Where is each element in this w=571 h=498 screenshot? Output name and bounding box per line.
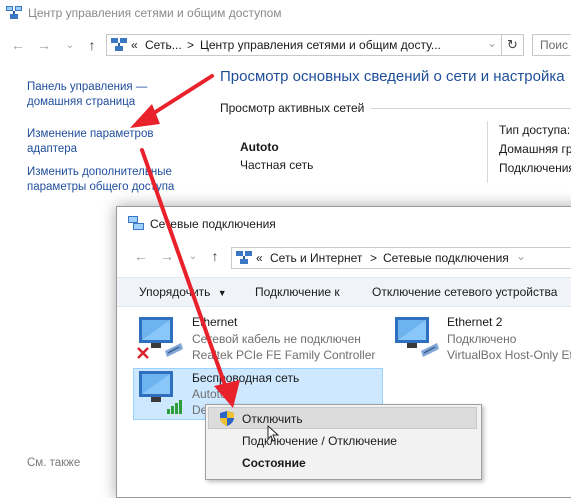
adapter-name: Беспроводная сеть [192,371,300,385]
dropdown-arrow-icon: ▼ [217,288,227,298]
up-button[interactable]: ↑ [82,30,102,60]
adapter-device: VirtualBox Host-Only Et [447,348,571,362]
see-also-heading: См. также [27,457,81,469]
network-name: Autoto [240,140,279,154]
menu-item-disable[interactable]: Отключить [242,412,303,426]
error-x-icon [137,347,149,359]
address-bar[interactable]: « Сеть и Интернет > Сетевые подключения … [231,247,571,269]
uac-shield-icon [220,411,234,426]
wireless-adapter-icon [139,371,182,414]
breadcrumb-network-connections[interactable]: Сетевые подключения [383,251,509,265]
adapter-status: Сетевой кабель не подключен [192,332,361,346]
forward-button[interactable]: → [34,30,54,60]
breadcrumb-separator[interactable]: > [370,251,377,265]
command-bar: Упорядочить ▼ Подключение к Отключение с… [117,277,571,307]
sidebar-link-control-panel-home[interactable]: Панель управления — домашняя страница [27,80,147,110]
page-title: Просмотр основных сведений о сети и наст… [220,68,565,85]
section-divider [370,108,571,109]
organize-button[interactable]: Упорядочить ▼ [139,285,227,299]
sidebar-link-advanced-sharing[interactable]: Изменить дополнительные параметры общего… [27,165,174,195]
search-input[interactable]: Поис [532,34,571,56]
context-menu: Отключить Подключение / Отключение Состо… [205,404,482,480]
window-title: Центр управления сетями и общим доступом [28,6,282,20]
title-bar: Центр управления сетями и общим доступом [0,0,571,28]
disable-device-button[interactable]: Отключение сетевого устройства [372,285,557,299]
adapter-status: Autoto [192,387,227,401]
address-bar[interactable]: « Сеть... > Центр управления сетями и об… [106,34,502,56]
up-button[interactable]: ↑ [205,241,225,271]
breadcrumb-overflow[interactable]: « [256,251,263,265]
connections-label: Подключения [499,161,571,175]
recent-locations-chevron-icon[interactable]: ⌄ [60,30,80,60]
connect-to-button[interactable]: Подключение к [255,285,340,299]
active-networks-heading: Просмотр активных сетей [220,101,365,115]
address-dropdown-icon[interactable]: ⌄ [487,36,497,50]
adapter-name: Ethernet [192,315,238,329]
mouse-cursor-icon [267,425,280,442]
address-dropdown-icon[interactable]: ⌄ [516,249,526,263]
adapter-device: Realtek PCIe FE Family Controller [192,348,376,362]
network-folder-icon [236,251,252,264]
back-button[interactable]: ← [8,30,28,60]
network-adapter-icon [395,317,439,357]
sidebar-link-change-adapter-settings[interactable]: Изменение параметров адаптера [27,127,153,157]
breadcrumb-overflow[interactable]: « [131,38,138,52]
network-type: Частная сеть [240,158,314,172]
breadcrumb-sharing-center[interactable]: Центр управления сетями и общим досту... [200,38,441,52]
network-center-icon [6,6,22,19]
network-center-icon [111,38,127,51]
breadcrumb-network[interactable]: Сеть... [145,38,182,52]
network-connections-icon [128,216,144,230]
access-type-label: Тип доступа: [499,123,571,137]
homegroup-label: Домашняя гр [499,142,571,156]
back-button[interactable]: ← [131,241,151,271]
breadcrumb-network-internet[interactable]: Сеть и Интернет [270,251,362,265]
adapter-name: Ethernet 2 [447,315,503,329]
adapter-status: Подключено [447,332,517,346]
refresh-button[interactable]: ↻ [502,34,524,56]
menu-item-status[interactable]: Состояние [242,456,306,470]
breadcrumb-separator[interactable]: > [187,38,194,52]
window-title: Сетевые подключения [150,217,276,231]
column-divider [487,121,488,183]
forward-button[interactable]: → [157,241,177,271]
recent-locations-chevron-icon[interactable]: ⌄ [183,241,203,271]
